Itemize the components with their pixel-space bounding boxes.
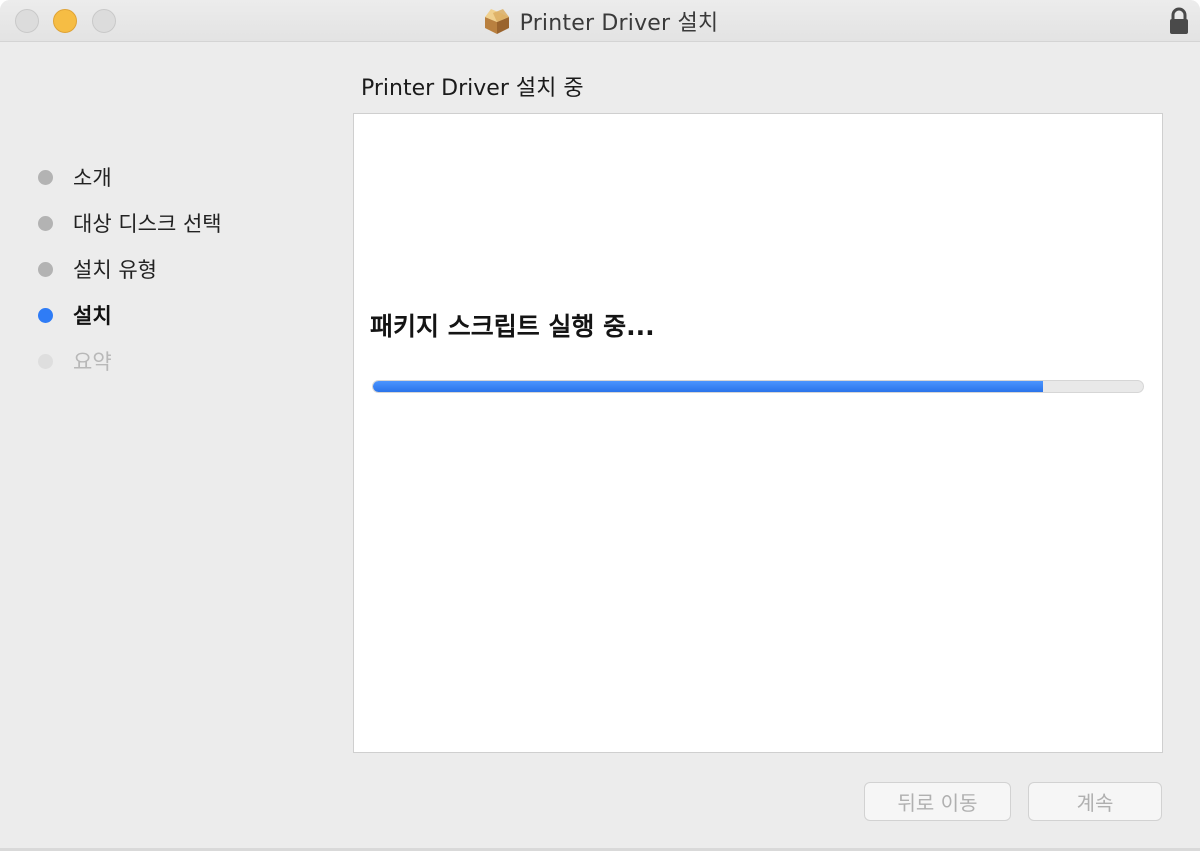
step-installation: 설치: [38, 292, 222, 338]
content-heading: Printer Driver 설치 중: [361, 76, 584, 101]
step-label: 요약: [73, 350, 112, 374]
step-destination-select: 대상 디스크 선택: [38, 200, 222, 246]
package-icon: [484, 9, 509, 34]
step-label: 설치: [73, 304, 112, 328]
title-bar: Printer Driver 설치: [0, 0, 1200, 42]
window-title: Printer Driver 설치: [519, 11, 719, 36]
step-label: 설치 유형: [73, 258, 157, 282]
go-back-button[interactable]: 뒤로 이동: [864, 782, 1011, 821]
continue-button[interactable]: 계속: [1028, 782, 1162, 821]
step-label: 소개: [73, 166, 112, 190]
lock-icon[interactable]: [1168, 7, 1190, 35]
window-title-group: Printer Driver 설치: [0, 0, 1200, 42]
step-indicator-dot: [38, 261, 53, 277]
install-status-text: 패키지 스크립트 실행 중...: [370, 312, 655, 341]
step-label: 대상 디스크 선택: [73, 212, 222, 236]
installer-steps-list: 소개 대상 디스크 선택 설치 유형 설치 요약: [38, 154, 222, 384]
step-indicator-dot: [38, 307, 53, 323]
install-progress-bar: [372, 380, 1144, 393]
installer-window: Printer Driver 설치 소개 대상 디스크 선택 설치 유형 설치 …: [0, 0, 1200, 851]
step-summary: 요약: [38, 338, 222, 384]
install-progress-fill: [373, 381, 1043, 392]
step-indicator-dot: [38, 353, 53, 369]
step-indicator-dot: [38, 169, 53, 185]
step-introduction: 소개: [38, 154, 222, 200]
step-installation-type: 설치 유형: [38, 246, 222, 292]
content-panel: 패키지 스크립트 실행 중...: [353, 113, 1163, 753]
step-indicator-dot: [38, 215, 53, 231]
